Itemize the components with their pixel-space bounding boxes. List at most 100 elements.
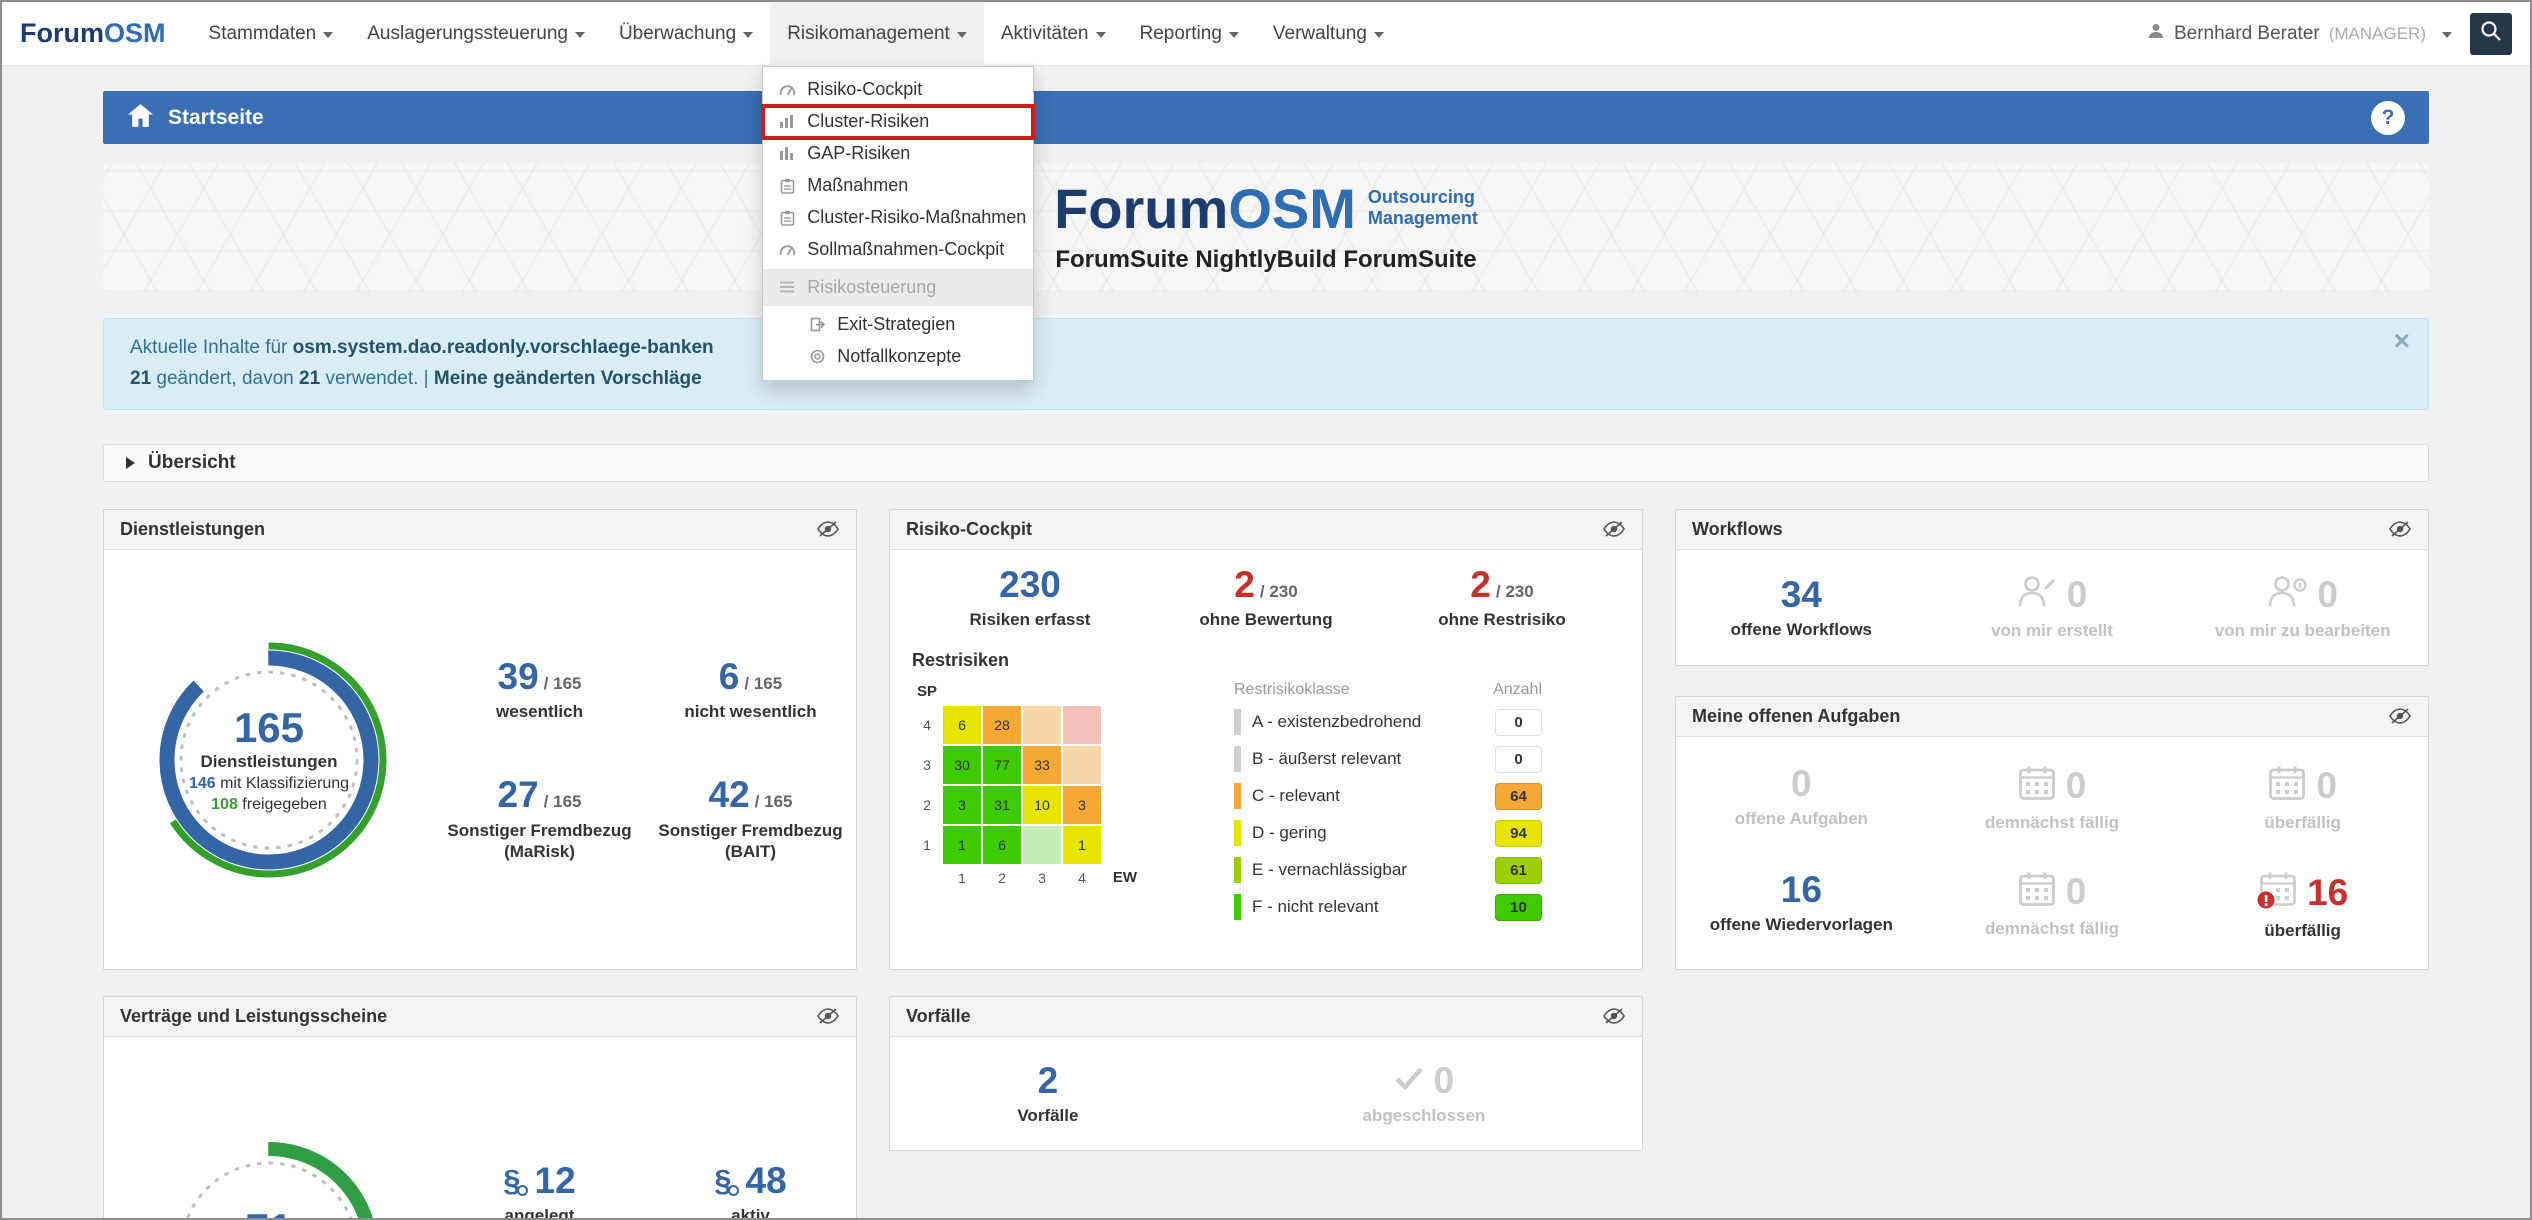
dropdown-item-notfallkonzepte[interactable]: Notfallkonzepte [763,341,1033,373]
chevron-down-icon [1229,32,1239,38]
dropdown-item-risiko-cockpit[interactable]: Risiko-Cockpit [763,74,1033,106]
menu-item-reporting[interactable]: Reporting [1123,2,1256,66]
app-logo-part1: Forum [20,18,104,48]
heatmap-cell: 30 [943,746,981,784]
hide-widget-eye-icon[interactable] [1602,520,1626,538]
risk-class-row: F - nicht relevant 10 [1234,889,1542,926]
card-title: Meine offenen Aufgaben [1692,706,1900,727]
restrisiken-section-title: Restrisiken [912,650,1620,671]
stat-aktiv: §48 aktiv [645,1162,856,1220]
exit-icon [807,317,827,332]
menu-item-aktivitaeten[interactable]: Aktivitäten [984,2,1123,66]
user-menu[interactable]: Bernhard Berater (MANAGER) [2147,22,2452,46]
user-icon [2147,22,2165,46]
chevron-down-icon [743,32,753,38]
app-logo-part2: OSM [104,18,166,48]
alert-line1: Aktuelle Inhalte für osm.system.dao.read… [130,333,2402,364]
menu-item-stammdaten[interactable]: Stammdaten [192,2,351,66]
stat-fremdbezug-bait: 42/ 165 Sonstiger Fremdbezug (BAIT) [645,776,856,863]
dropdown-item-sollmassnahmen-cockpit[interactable]: Sollmaßnahmen-Cockpit [763,234,1033,266]
risikomanagement-dropdown: Risiko-Cockpit Cluster-Risiken GAP-Risik… [762,66,1034,381]
heatmap-y-axis-label: SP [917,683,937,700]
help-button[interactable]: ? [2371,101,2405,135]
app-logo[interactable]: ForumOSM [20,18,166,49]
card-title: Vorfälle [906,1006,971,1027]
count-badge: 64 [1495,783,1542,810]
class-color-bar [1234,709,1241,735]
menu-item-ueberwachung[interactable]: Überwachung [602,2,770,66]
hide-widget-eye-icon[interactable] [2388,707,2412,725]
uebersicht-panel-header[interactable]: Übersicht [103,444,2429,482]
gauge-icon [777,242,797,257]
stat-abgeschlossen: 0 abgeschlossen [1206,1062,1642,1126]
stat-fremdbezug-marisk: 27/ 165 Sonstiger Fremdbezug (MaRisk) [434,776,645,863]
clipboard-icon [777,210,797,226]
hide-widget-eye-icon[interactable] [2388,520,2412,538]
card-risiko-cockpit: Risiko-Cockpit 230 Risiken erfasst 2/ 23… [889,509,1643,970]
changed-proposals-link[interactable]: Meine geänderten Vorschläge [434,368,702,389]
heatmap-cell: 6 [943,706,981,744]
content-container: Startseite ? ForumOSM Outsourcing Manage… [103,91,2429,1220]
bar-chart-icon [777,146,797,161]
dropdown-item-cluster-risiko-massnahmen[interactable]: Cluster-Risiko-Maßnahmen [763,202,1033,234]
page: ForumOSM Stammdaten Auslagerungssteuerun… [0,0,2532,1220]
section-sign-icon: § [714,1165,731,1196]
user-info-icon [2267,575,2307,614]
hide-widget-eye-icon[interactable] [1602,1007,1626,1025]
bar-chart-icon [777,114,797,129]
card-title: Dienstleistungen [120,519,265,540]
lifebuoy-icon [807,349,827,364]
calendar-alert-icon [2257,871,2297,914]
card-dienstleistungen: Dienstleistungen 165 Dienstleistungen [103,509,857,970]
chevron-down-icon [323,32,333,38]
dropdown-item-massnahmen[interactable]: Maßnahmen [763,170,1033,202]
chevron-down-icon [575,32,585,38]
stat-von-mir-erstellt: 0 von mir erstellt [1927,575,2178,641]
heatmap-cell: 1 [943,826,981,864]
alert-close-button[interactable]: × [2394,327,2410,355]
gauge-icon [777,82,797,97]
card-title: Workflows [1692,519,1783,540]
dropdown-item-risikosteuerung: Risikosteuerung [763,269,1033,306]
hide-widget-eye-icon[interactable] [816,520,840,538]
stat-wesentlich: 39/ 165 wesentlich [434,658,645,722]
risk-class-list: Restrisikoklasse Anzahl A - existenzbedr… [1234,681,1542,926]
count-badge: 0 [1495,746,1542,773]
dropdown-item-exit-strategien[interactable]: Exit-Strategien [763,309,1033,341]
clipboard-icon [777,178,797,194]
dropdown-item-gap-risiken[interactable]: GAP-Risiken [763,138,1033,170]
heatmap-cell [1063,706,1101,744]
stat-angelegt: §12 angelegt [434,1162,645,1220]
calendar-icon [2268,765,2306,806]
stat-offene-workflows: 34 offene Workflows [1676,576,1927,640]
card-title: Risiko-Cockpit [906,519,1032,540]
heatmap-x-axis-label: EW [1113,869,1137,886]
heatmap-cell: 77 [983,746,1021,784]
list-icon [777,280,797,294]
stat-risiken-erfasst: 230 Risiken erfasst [912,566,1148,630]
dropdown-item-cluster-risiken[interactable]: Cluster-Risiken [763,106,1033,138]
hide-widget-eye-icon[interactable] [816,1007,840,1025]
menu-item-risikomanagement[interactable]: Risikomanagement Risiko-Cockpit Cluster-… [770,2,984,66]
chevron-down-icon [957,32,967,38]
menu-item-auslagerungssteuerung[interactable]: Auslagerungssteuerung [350,2,602,66]
menu-item-verwaltung[interactable]: Verwaltung [1256,2,1401,66]
stat-vorfaelle: 2 Vorfälle [890,1062,1206,1126]
risk-class-row: E - vernachlässigbar 61 [1234,852,1542,889]
chevron-down-icon [1096,32,1106,38]
risk-class-row: D - gering 94 [1234,815,1542,852]
uebersicht-label: Übersicht [148,452,236,474]
stat-ohne-restrisiko: 2/ 230 ohne Restrisiko [1384,566,1620,630]
search-button[interactable] [2470,13,2512,55]
info-alert: Aktuelle Inhalte für osm.system.dao.read… [103,318,2429,410]
home-icon[interactable] [127,103,154,133]
count-badge: 0 [1495,709,1542,736]
topbar: ForumOSM Stammdaten Auslagerungssteuerun… [2,2,2530,66]
calendar-icon [2018,765,2056,806]
heatmap-cell: 33 [1023,746,1061,784]
heatmap-cell: 28 [983,706,1021,744]
stat-nicht-wesentlich: 6/ 165 nicht wesentlich [645,658,856,722]
count-badge: 94 [1495,820,1542,847]
banner-logo: ForumOSM Outsourcing Management [1054,181,1478,237]
section-sign-icon: § [503,1165,520,1196]
